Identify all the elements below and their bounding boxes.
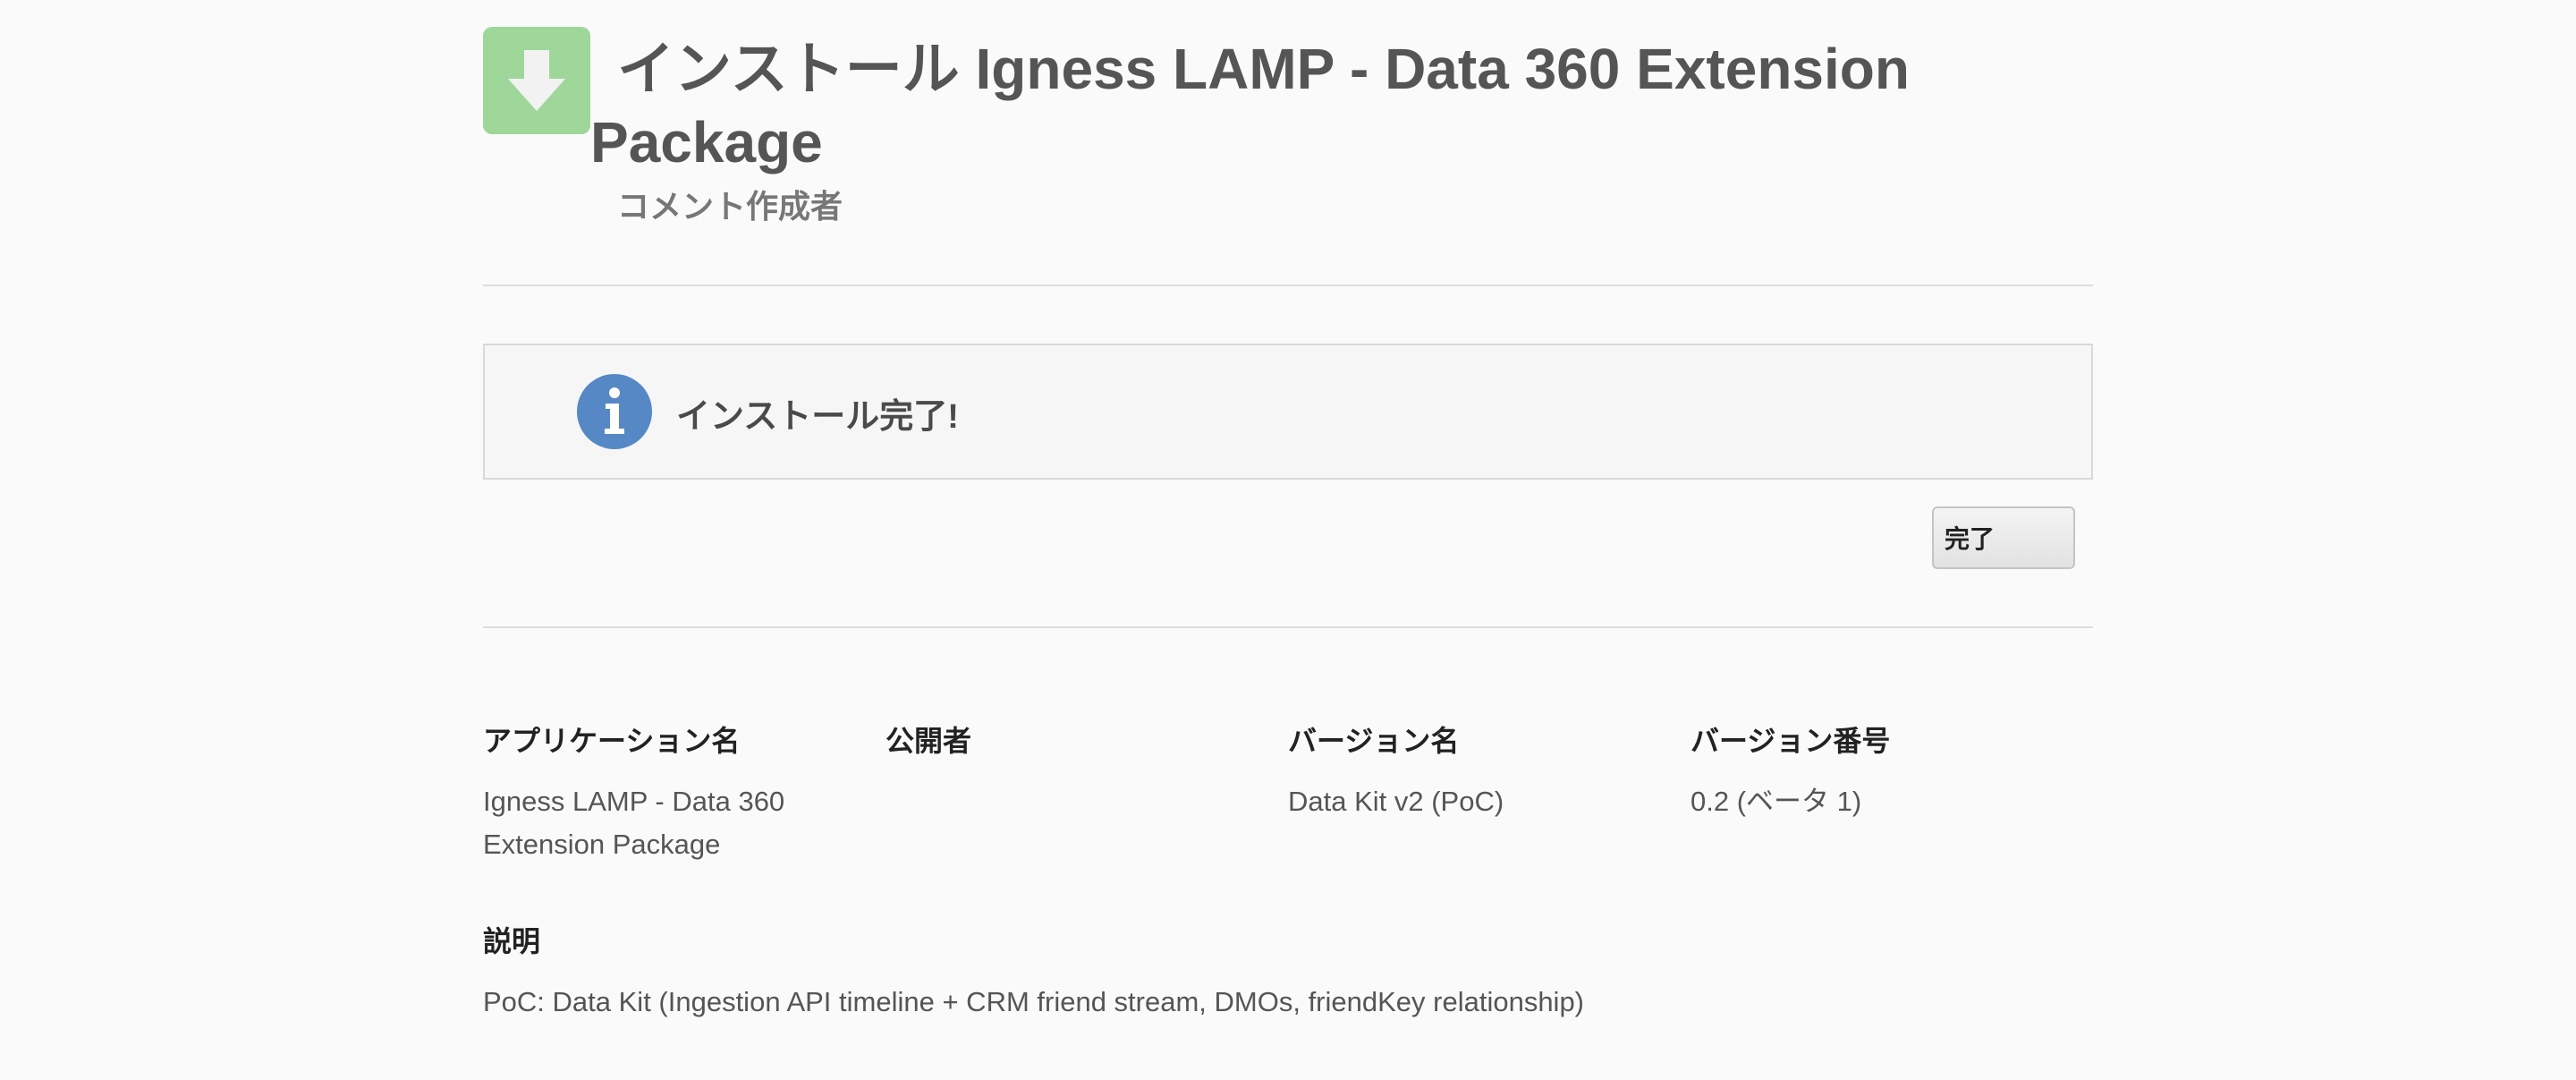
- header-divider: [483, 285, 2093, 286]
- page-title: インストール Igness LAMP - Data 360 Extension …: [590, 37, 1910, 174]
- detail-version-name: バージョン名 Data Kit v2 (PoC): [1288, 721, 1664, 823]
- version-name-label: バージョン名: [1288, 725, 1460, 757]
- description-label: 説明: [483, 925, 541, 957]
- install-complete-text: インストール完了!: [676, 398, 959, 436]
- info-icon: [576, 373, 653, 450]
- page-header: インストール Igness LAMP - Data 360 Extension …: [483, 0, 2093, 285]
- detail-version-number: バージョン番号 0.2 (ベータ 1): [1690, 721, 2066, 823]
- publisher-label: 公開者: [886, 725, 972, 757]
- install-status-message: インストール完了!: [483, 344, 2093, 480]
- main-container: インストール Igness LAMP - Data 360 Extension …: [483, 0, 2093, 1017]
- actions-divider: [483, 626, 2093, 628]
- download-arrow-icon: [483, 27, 590, 134]
- detail-app-name: アプリケーション名 Igness LAMP - Data 360 Extensi…: [483, 721, 859, 866]
- version-number-label: バージョン番号: [1690, 725, 1891, 757]
- detail-description: 説明 PoC: Data Kit (Ingestion API timeline…: [483, 922, 2093, 1024]
- app-name-label: アプリケーション名: [483, 725, 741, 757]
- page-subtitle: コメント作成者: [617, 188, 843, 225]
- detail-publisher: 公開者: [886, 721, 1261, 780]
- install-page: インストール Igness LAMP - Data 360 Extension …: [0, 0, 2576, 1080]
- app-name-value: Igness LAMP - Data 360 Extension Package: [483, 786, 785, 860]
- description-value: PoC: Data Kit (Ingestion API timeline + …: [483, 986, 1585, 1017]
- version-number-value: 0.2 (ベータ 1): [1690, 786, 1862, 817]
- done-button[interactable]: 完了: [1932, 506, 2075, 569]
- version-name-value: Data Kit v2 (PoC): [1288, 786, 1504, 817]
